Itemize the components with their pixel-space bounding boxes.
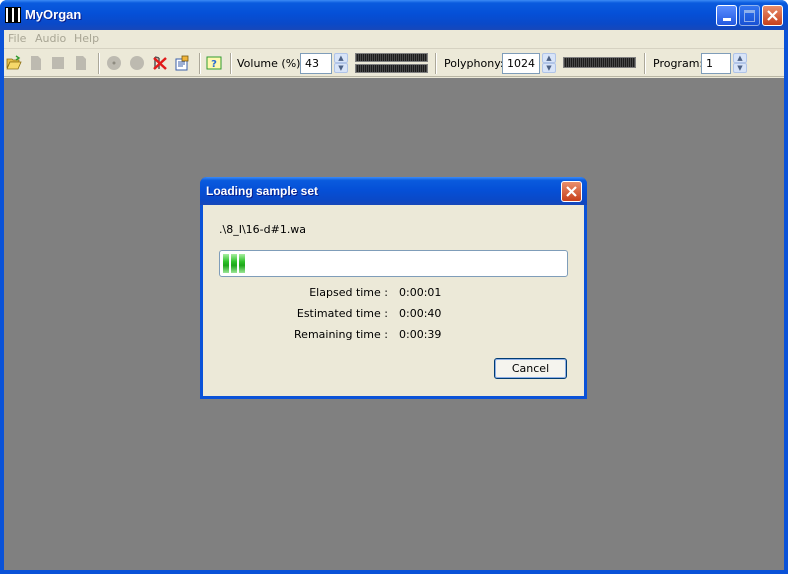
polyphony-input[interactable] [502, 53, 540, 74]
polyphony-spinner[interactable]: ▲ ▼ [542, 53, 556, 74]
volume-label: Volume (%): [237, 57, 305, 70]
program-label: Program: [653, 57, 704, 70]
document-icon[interactable] [73, 55, 89, 71]
polyphony-meter [563, 57, 636, 68]
document-icon[interactable] [28, 55, 44, 71]
elapsed-time-value: 0:00:01 [399, 286, 442, 299]
spin-up-icon[interactable]: ▲ [334, 53, 348, 63]
svg-text:?: ? [211, 59, 217, 70]
remaining-time-value: 0:00:39 [399, 328, 442, 341]
close-button[interactable] [762, 5, 783, 26]
progress-fill [223, 254, 564, 273]
progress-segment [239, 254, 245, 273]
dialog-body: .\8_I\16-d#1.wa Elapsed time : 0:00:01 E… [203, 205, 584, 396]
volume-spinner[interactable]: ▲ ▼ [334, 53, 348, 74]
open-folder-icon[interactable] [6, 55, 22, 71]
spin-down-icon[interactable]: ▼ [542, 63, 556, 73]
program-spinner[interactable]: ▲ ▼ [733, 53, 747, 74]
title-bar[interactable]: MyOrgan [0, 0, 788, 30]
program-input[interactable] [701, 53, 731, 74]
volume-meter-right [355, 64, 428, 73]
close-icon [767, 10, 778, 21]
spin-down-icon[interactable]: ▼ [733, 63, 747, 73]
menu-bar: File Audio Help [4, 30, 784, 49]
record-icon[interactable] [129, 55, 145, 71]
polyphony-label: Polyphony: [444, 57, 504, 70]
toolbar: ? Volume (%): ▲ ▼ Polyphony: ▲ ▼ Program… [4, 50, 784, 77]
spin-up-icon[interactable]: ▲ [733, 53, 747, 63]
progress-segment [223, 254, 229, 273]
toolbar-separator [644, 53, 646, 74]
estimated-time-value: 0:00:40 [399, 307, 442, 320]
save-icon[interactable] [50, 55, 66, 71]
dialog-title: Loading sample set [206, 184, 319, 198]
spin-down-icon[interactable]: ▼ [334, 63, 348, 73]
current-file: .\8_I\16-d#1.wa [219, 223, 307, 236]
elapsed-time-label: Elapsed time : [309, 286, 388, 299]
cancel-button[interactable]: Cancel [494, 358, 567, 379]
toolbar-separator [199, 53, 201, 74]
toolbar-separator [230, 53, 232, 74]
loading-dialog: Loading sample set .\8_I\16-d#1.wa Elaps… [200, 177, 587, 399]
panic-icon[interactable] [152, 55, 168, 71]
settings-icon[interactable] [174, 55, 190, 71]
dialog-close-button[interactable] [561, 181, 582, 202]
minimize-button[interactable] [716, 5, 737, 26]
toolbar-separator [435, 53, 437, 74]
remaining-time-label: Remaining time : [294, 328, 388, 341]
menu-audio[interactable]: Audio [35, 32, 66, 45]
volume-input[interactable] [300, 53, 332, 74]
estimated-time-label: Estimated time : [296, 307, 388, 320]
progress-bar [219, 250, 568, 277]
window-title: MyOrgan [25, 7, 82, 22]
close-icon [566, 186, 577, 197]
help-icon[interactable]: ? [206, 55, 222, 71]
menu-help[interactable]: Help [74, 32, 99, 45]
organ-keys-icon [5, 7, 21, 23]
volume-meter-left [355, 53, 428, 62]
toolbar-separator [98, 53, 100, 74]
record-icon[interactable] [106, 55, 122, 71]
progress-segment [231, 254, 237, 273]
dialog-title-bar[interactable]: Loading sample set [200, 177, 587, 205]
spin-up-icon[interactable]: ▲ [542, 53, 556, 63]
maximize-button[interactable] [739, 5, 760, 26]
menu-file[interactable]: File [8, 32, 26, 45]
